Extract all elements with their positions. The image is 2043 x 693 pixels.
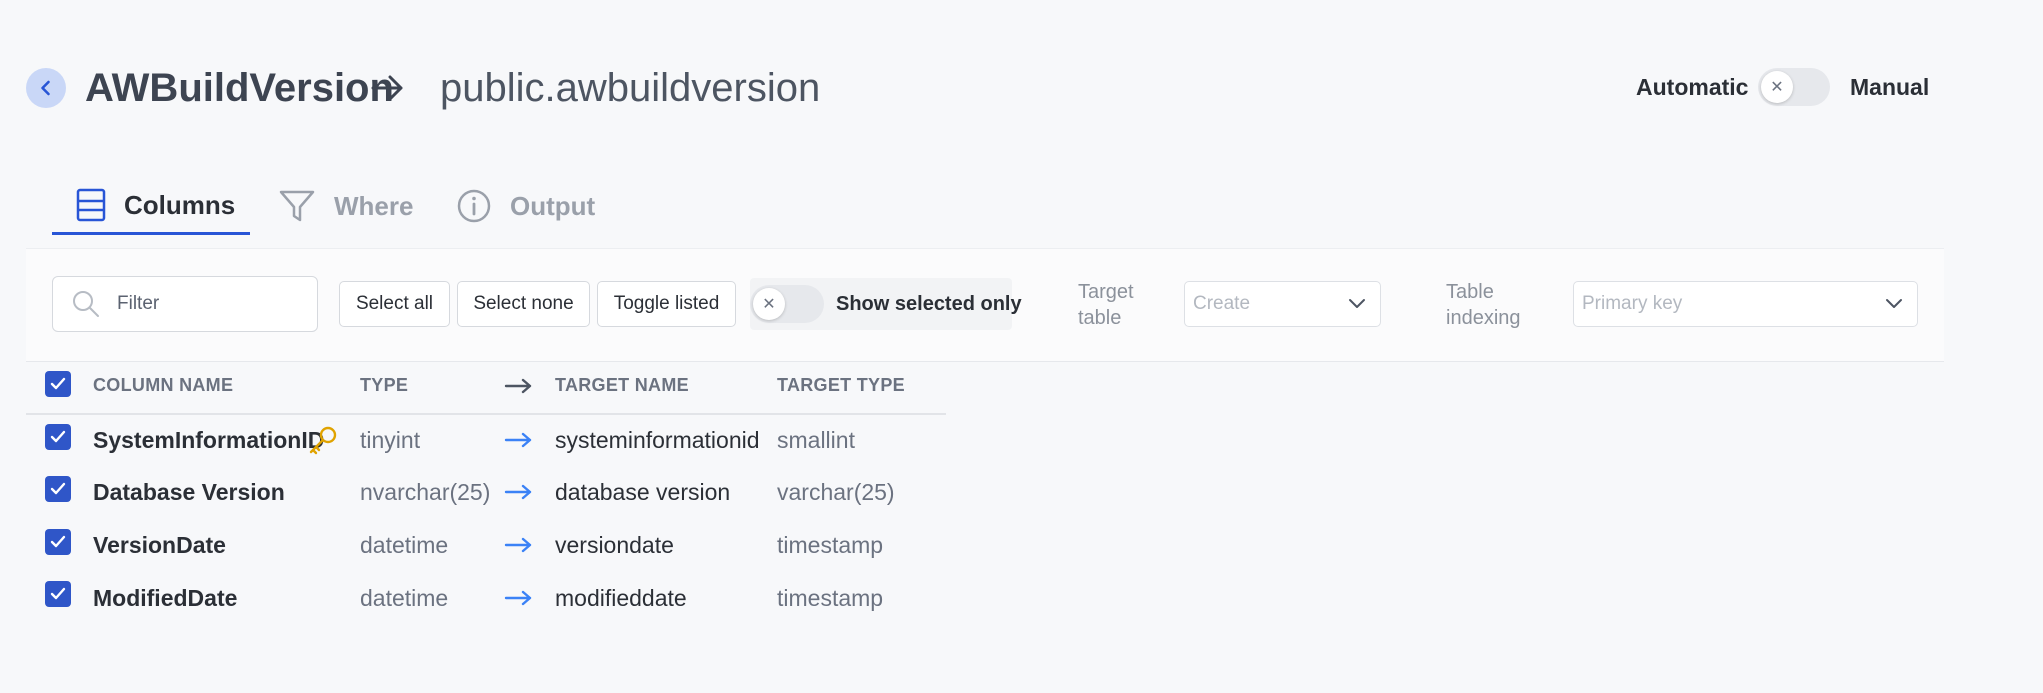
select-none-button[interactable]: Select none	[457, 281, 590, 327]
tab-where-label: Where	[334, 190, 414, 221]
target-type-header: TARGET TYPE	[777, 375, 905, 395]
target-name[interactable]: versiondate	[555, 532, 674, 559]
mode-automatic-label: Automatic	[1636, 74, 1749, 100]
table-indexing-label-line1: Table	[1446, 281, 1494, 303]
checkmark-icon	[50, 482, 66, 495]
tab-output[interactable]: Output	[456, 178, 595, 234]
column-name: VersionDate	[93, 532, 226, 558]
table-indexing-select[interactable]: Primary key	[1573, 281, 1918, 327]
info-icon	[457, 189, 491, 223]
chevron-down-icon	[1349, 299, 1365, 308]
chevron-left-icon	[41, 80, 50, 96]
show-selected-toggle[interactable]: ✕	[750, 285, 824, 323]
target-table-label-line2: table	[1078, 307, 1122, 329]
target-table-label: Target table	[1078, 279, 1134, 331]
tab-columns[interactable]: Columns	[52, 178, 250, 235]
target-table-label-line1: Target	[1078, 281, 1134, 303]
select-all-button[interactable]: Select all	[339, 281, 450, 327]
back-button[interactable]	[26, 68, 66, 108]
search-icon	[73, 291, 99, 317]
target-table-value: Create	[1193, 293, 1251, 314]
checkmark-icon	[50, 430, 66, 443]
tab-where[interactable]: Where	[278, 178, 413, 234]
table-indexing-label-line2: indexing	[1446, 307, 1521, 329]
mapping-arrow-icon	[504, 484, 532, 500]
column-name-header: COLUMN NAME	[93, 375, 234, 395]
target-type[interactable]: timestamp	[777, 532, 883, 559]
mode-manual-label: Manual	[1850, 74, 1930, 100]
checkmark-icon	[50, 587, 66, 600]
select-all-checkbox[interactable]	[45, 371, 71, 397]
mapping-arrow-icon	[504, 590, 532, 606]
close-icon: ✕	[1761, 71, 1793, 103]
target-type[interactable]: varchar(25)	[777, 479, 895, 506]
row-checkbox[interactable]	[45, 476, 71, 502]
show-selected-label: Show selected only	[836, 293, 1022, 315]
column-type: tinyint	[360, 427, 421, 453]
target-table-title: public.awbuildversion	[440, 66, 821, 110]
table-indexing-label: Table indexing	[1446, 279, 1521, 331]
target-name[interactable]: systeminformationid	[555, 427, 760, 454]
tab-columns-label: Columns	[124, 189, 236, 220]
column-type: nvarchar(25)	[360, 479, 491, 505]
mapping-arrow-icon	[504, 378, 532, 394]
arrow-right-icon	[371, 75, 403, 101]
key-icon	[309, 426, 337, 455]
row-checkbox[interactable]	[45, 424, 71, 450]
type-header: TYPE	[360, 375, 409, 395]
filter-funnel-icon	[279, 190, 315, 222]
target-name[interactable]: database version	[555, 479, 730, 506]
source-table-title: AWBuildVersion	[85, 66, 394, 110]
checkmark-icon	[50, 535, 66, 548]
row-checkbox[interactable]	[45, 529, 71, 555]
table-indexing-value: Primary key	[1582, 293, 1683, 314]
mapping-arrow-icon	[504, 537, 532, 553]
toggle-listed-button[interactable]: Toggle listed	[597, 281, 736, 327]
target-table-select[interactable]: Create	[1184, 281, 1381, 327]
target-name-header: TARGET NAME	[555, 375, 689, 395]
column-type: datetime	[360, 585, 449, 611]
target-name[interactable]: modifieddate	[555, 585, 687, 612]
filter-field[interactable]	[52, 276, 318, 332]
mapping-arrow-icon	[504, 432, 532, 448]
row-checkbox[interactable]	[45, 581, 71, 607]
columns-icon	[76, 188, 106, 222]
mode-toggle[interactable]: ✕	[1758, 68, 1830, 106]
column-name: Database Version	[93, 479, 285, 505]
column-name: ModifiedDate	[93, 585, 238, 611]
column-type: datetime	[360, 532, 449, 558]
column-name: SystemInformationID	[93, 427, 325, 453]
chevron-down-icon	[1886, 299, 1902, 308]
filter-input[interactable]	[115, 292, 289, 316]
header-divider	[26, 413, 946, 415]
target-type[interactable]: timestamp	[777, 585, 883, 612]
tab-output-label: Output	[510, 190, 596, 221]
target-type[interactable]: smallint	[777, 427, 855, 454]
checkmark-icon	[50, 377, 66, 390]
close-icon: ✕	[753, 288, 785, 320]
